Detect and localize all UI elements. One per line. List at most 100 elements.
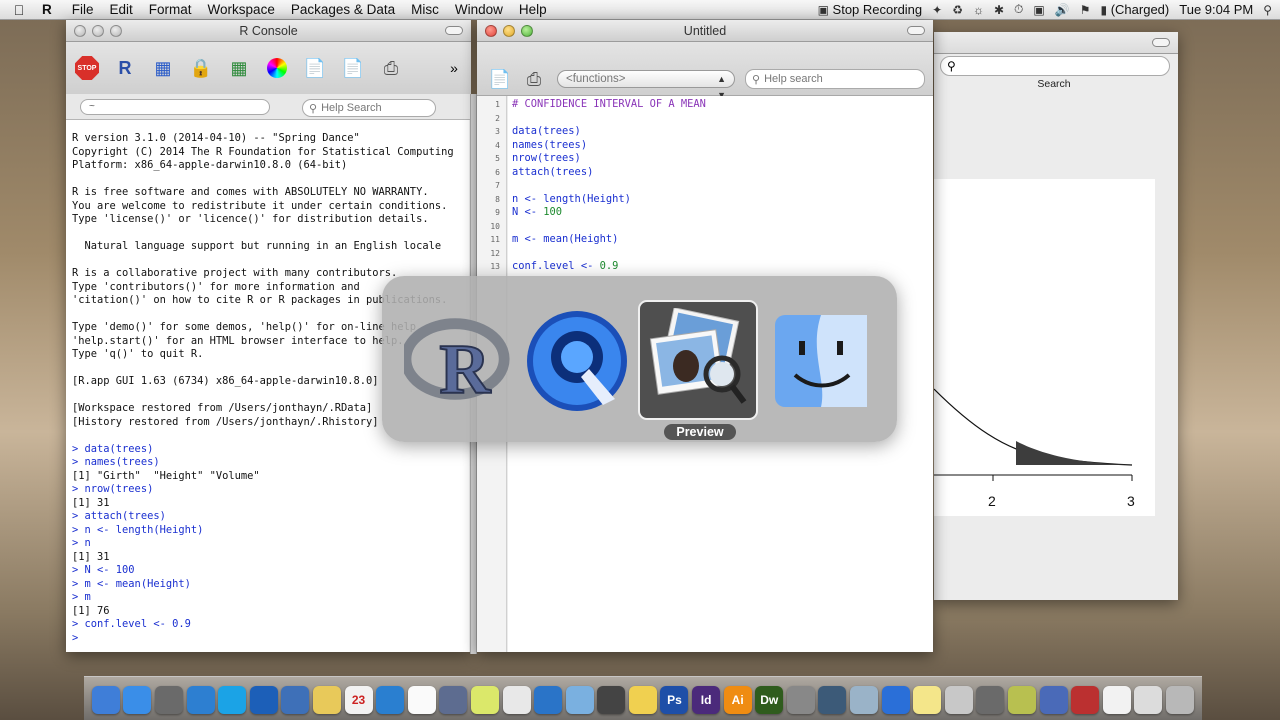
app-switcher: R Preview (382, 276, 897, 442)
menu-packages-data[interactable]: Packages & Data (283, 2, 403, 17)
print-icon[interactable]: ⎙ (521, 66, 547, 92)
sync-icon[interactable]: ♻ (952, 3, 963, 17)
preview2-icon[interactable] (1134, 686, 1163, 714)
lock-icon[interactable]: 🔒 (188, 55, 214, 81)
notes-icon[interactable] (312, 686, 341, 714)
menu-window[interactable]: Window (447, 2, 511, 17)
image-capture-icon[interactable] (850, 686, 879, 714)
wifi-icon[interactable]: ☼ (973, 3, 984, 17)
preview-icon (649, 308, 747, 404)
switcher-app-r[interactable]: R (404, 306, 514, 416)
menu-help[interactable]: Help (511, 2, 555, 17)
trash2-icon[interactable] (1165, 686, 1194, 714)
console-input-line: > nrow(trees) (72, 483, 154, 495)
facetime-icon[interactable] (154, 686, 183, 714)
quicktime-x-icon[interactable] (881, 686, 910, 714)
source-file-icon[interactable]: 📄 (487, 66, 513, 92)
utilities-icon[interactable] (1008, 686, 1037, 714)
close-button[interactable] (74, 25, 86, 37)
minimize-button[interactable] (503, 25, 515, 37)
table-icon[interactable]: ▦ (226, 55, 252, 81)
line-number: 10 (490, 221, 500, 231)
switcher-app-finder[interactable] (766, 306, 876, 416)
menu-edit[interactable]: Edit (102, 2, 141, 17)
teamviewer-icon[interactable] (249, 686, 278, 714)
indesign-icon[interactable]: Id (692, 686, 721, 714)
menu-format[interactable]: Format (141, 2, 200, 17)
functions-dropdown[interactable]: <functions> ▲ ▼ (557, 70, 735, 100)
chart-icon[interactable]: ▦ (150, 55, 176, 81)
bridge-icon[interactable] (597, 686, 626, 714)
textedit-icon[interactable] (407, 686, 436, 714)
zoom-button[interactable] (521, 25, 533, 37)
r-icon[interactable] (439, 686, 468, 714)
illustrator-icon[interactable]: Ai (723, 686, 752, 714)
console-output-line: R is free software and comes with ABSOLU… (72, 186, 429, 198)
print-icon[interactable]: ⎙ (378, 55, 404, 81)
book-icon[interactable] (376, 686, 405, 714)
copy-icon[interactable]: 📄 (302, 55, 328, 81)
help-search-input[interactable]: ⚲ Help Search (302, 99, 436, 117)
search-icon: ⚲ (752, 73, 761, 86)
close-button[interactable] (485, 25, 497, 37)
yen-icon[interactable] (976, 686, 1005, 714)
menu-clock[interactable]: Tue 9:04 PM (1179, 2, 1253, 17)
minimize-button[interactable] (92, 25, 104, 37)
menu-app-name[interactable]: R (38, 2, 64, 17)
spotlight-icon[interactable]: ⚲ (1263, 3, 1272, 17)
menu-file[interactable]: File (64, 2, 102, 17)
dropbox-icon[interactable]: ✦ (932, 3, 942, 17)
trash-icon[interactable] (944, 686, 973, 714)
apple-icon[interactable]:  (0, 2, 38, 18)
skype-icon[interactable] (218, 686, 247, 714)
contacts-icon[interactable] (1071, 686, 1100, 714)
flashlight-icon[interactable] (628, 686, 657, 714)
time-machine-icon[interactable]: ⏱ (1014, 2, 1023, 17)
network-icon[interactable] (534, 686, 563, 714)
bluetooth-icon[interactable]: ✱ (994, 3, 1004, 17)
document-icon[interactable] (1102, 686, 1131, 714)
console-output-line: [1] 76 (72, 604, 110, 617)
quicktime-icon[interactable] (470, 686, 499, 714)
line-number: 4 (495, 140, 500, 150)
editor-help-search-input[interactable]: ⚲ Help search (745, 69, 925, 89)
volume-icon[interactable]: 🔊 (1055, 3, 1070, 17)
dreamweaver-icon[interactable]: Dw (755, 686, 784, 714)
toolbar-toggle-button[interactable] (907, 26, 925, 35)
working-directory-field[interactable]: ~ (80, 99, 270, 115)
toolbar-toggle-button[interactable] (445, 26, 463, 35)
toolbar-toggle-button[interactable] (1152, 38, 1170, 47)
record-stop-icon: ▣ (817, 3, 829, 17)
stop-recording-item[interactable]: ▣ Stop Recording (818, 2, 923, 17)
safari-icon[interactable] (186, 686, 215, 714)
photos-icon[interactable] (565, 686, 594, 714)
mail-icon[interactable] (502, 686, 531, 714)
menu-workspace[interactable]: Workspace (200, 2, 283, 17)
zoom-button[interactable] (110, 25, 122, 37)
scout-icon[interactable] (1039, 686, 1068, 714)
switcher-app-quicktime[interactable] (522, 306, 632, 416)
color-wheel-icon[interactable] (264, 55, 290, 81)
preview-icon[interactable] (281, 686, 310, 714)
quartz-titlebar (934, 32, 1178, 54)
stickies-icon[interactable] (913, 686, 942, 714)
battery-label: (Charged) (1110, 2, 1170, 17)
new-document-icon[interactable]: 📄 (340, 55, 366, 81)
menu-misc[interactable]: Misc (403, 2, 447, 17)
photoshop-icon[interactable]: Ps (660, 686, 689, 714)
display-icon[interactable]: ▣ (1033, 3, 1044, 17)
stop-icon[interactable]: STOP (74, 55, 100, 81)
finder-icon[interactable] (91, 686, 120, 714)
time-machine-icon[interactable] (818, 686, 847, 714)
r-source-icon[interactable]: R (112, 55, 138, 81)
app-store-icon[interactable] (123, 686, 152, 714)
chevron-right-icon[interactable]: » (441, 55, 467, 81)
flag-icon[interactable]: ⚑ (1080, 3, 1091, 17)
calendar-icon[interactable]: 23 (344, 686, 373, 714)
chess-icon[interactable] (786, 686, 815, 714)
quartz-search-input[interactable]: ⚲ (940, 56, 1170, 76)
line-number: 1 (495, 100, 500, 109)
switcher-app-preview[interactable] (638, 300, 758, 420)
code-line: names(trees) (512, 138, 588, 151)
battery-status[interactable]: ▮ (Charged) (1100, 2, 1169, 17)
